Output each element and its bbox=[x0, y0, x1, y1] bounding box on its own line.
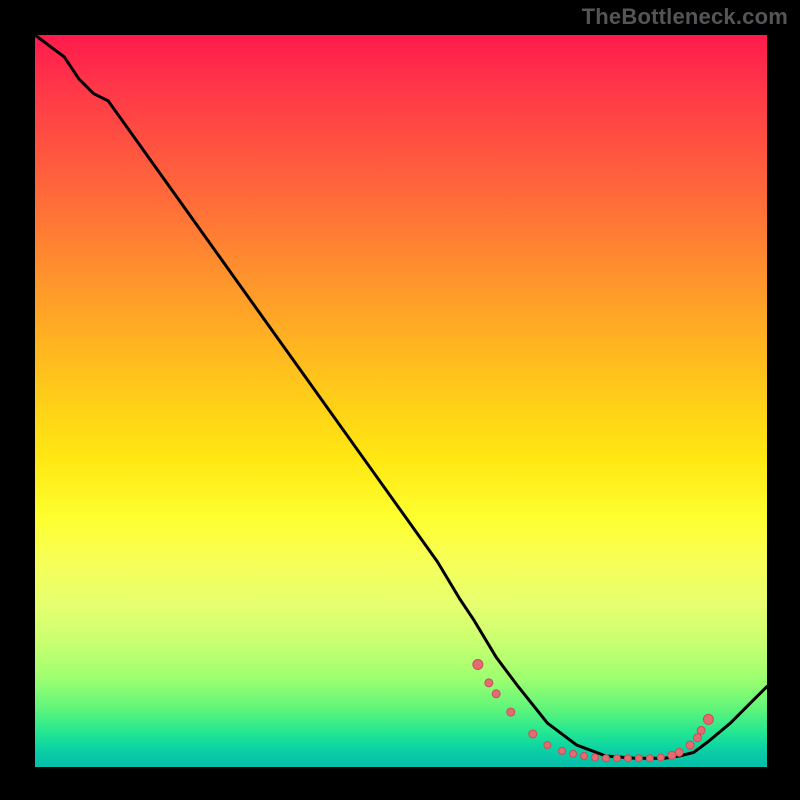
plot-area bbox=[35, 35, 767, 767]
curve-marker bbox=[529, 730, 537, 738]
curve-marker bbox=[635, 755, 642, 762]
curve-marker bbox=[624, 755, 631, 762]
curve-marker bbox=[703, 714, 713, 724]
curve-marker bbox=[693, 734, 701, 742]
curve-marker bbox=[492, 690, 500, 698]
curve-marker bbox=[646, 755, 653, 762]
bottleneck-curve bbox=[35, 35, 767, 758]
curve-marker bbox=[686, 741, 694, 749]
curve-marker bbox=[657, 754, 664, 761]
curve-marker bbox=[675, 748, 683, 756]
curve-marker bbox=[697, 726, 705, 734]
curve-marker bbox=[544, 742, 551, 749]
curve-marker bbox=[591, 754, 598, 761]
curve-layer bbox=[35, 35, 767, 767]
curve-marker bbox=[581, 753, 588, 760]
curve-marker bbox=[559, 747, 566, 754]
curve-marker bbox=[473, 660, 483, 670]
curve-marker bbox=[507, 708, 515, 716]
curve-marker bbox=[668, 751, 676, 759]
watermark-text: TheBottleneck.com bbox=[582, 4, 788, 30]
curve-marker bbox=[602, 755, 609, 762]
curve-marker bbox=[613, 755, 620, 762]
curve-marker bbox=[570, 750, 577, 757]
curve-marker bbox=[485, 679, 493, 687]
chart-frame: TheBottleneck.com bbox=[0, 0, 800, 800]
